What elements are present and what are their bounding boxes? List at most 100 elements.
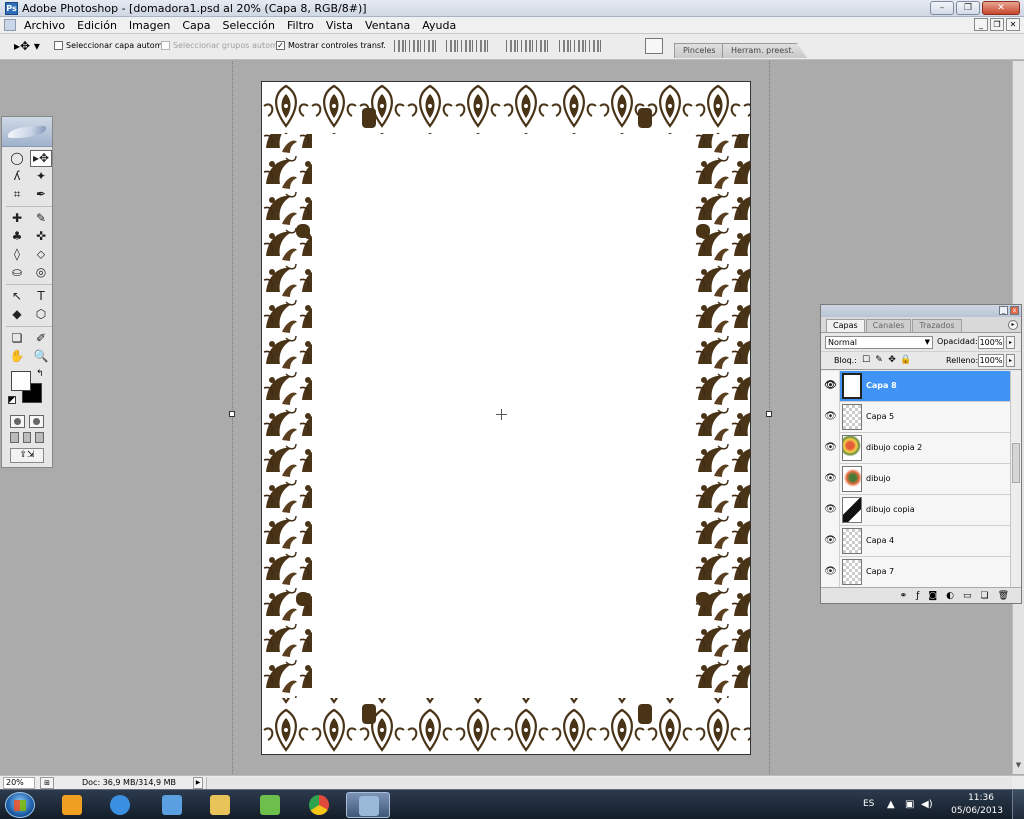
pen-tool-icon[interactable]: ◆ [6, 306, 28, 323]
palette-minimize-icon[interactable]: _ [999, 306, 1008, 315]
taskbar-photoshop[interactable] [346, 792, 390, 818]
crop-tool-icon[interactable]: ⌗ [6, 186, 28, 203]
volume-icon[interactable]: ◀) [921, 799, 933, 810]
menu-ayuda[interactable]: Ayuda [422, 19, 456, 32]
type-tool-icon[interactable]: T [30, 288, 52, 305]
layers-palette-titlebar[interactable]: _ x [821, 305, 1021, 317]
layer-list-scroll-thumb[interactable] [1012, 443, 1020, 483]
new-layer-icon[interactable]: ❏ [980, 591, 988, 601]
visibility-toggle[interactable]: 👁 [821, 464, 840, 495]
layer-row-dibujo[interactable]: 👁 dibujo [821, 464, 1010, 495]
healing-brush-tool-icon[interactable]: ✚ [6, 210, 28, 227]
tab-canales[interactable]: Canales [865, 319, 912, 332]
doc-close-button[interactable]: ✕ [1006, 18, 1020, 31]
palette-menu-icon[interactable]: ▸ [1008, 320, 1018, 330]
notes-tool-icon[interactable]: ❏ [6, 330, 28, 347]
eyedropper-tool-icon[interactable]: ✐ [30, 330, 52, 347]
align-vcenter-icon[interactable] [409, 40, 421, 52]
jump-to-imageready-button[interactable]: ⇪⇲ [10, 448, 44, 463]
start-button[interactable] [5, 792, 35, 818]
visibility-toggle[interactable]: 👁 [821, 495, 840, 526]
visibility-toggle[interactable]: 👁 [821, 371, 840, 402]
clock-date[interactable]: 05/06/2013 [951, 806, 1003, 816]
distribute-top-icon[interactable] [506, 40, 518, 52]
shape-tool-icon[interactable]: ⬡ [30, 306, 52, 323]
layer-row-dibujo-copia-2[interactable]: 👁 dibujo copia 2 [821, 433, 1010, 464]
move-tool-icon[interactable]: ▸✥ [30, 150, 52, 167]
menu-vista[interactable]: Vista [326, 19, 353, 32]
dodge-tool-icon[interactable]: ◎ [30, 264, 52, 281]
visibility-toggle[interactable]: 👁 [821, 433, 840, 464]
align-bottom-icon[interactable] [424, 40, 436, 52]
adjustment-layer-icon[interactable]: ◐ [946, 591, 954, 601]
hand-tool-icon[interactable]: ✋ [6, 348, 28, 365]
slice-tool-icon[interactable]: ✒ [30, 186, 52, 203]
doc-restore-button[interactable]: ❐ [990, 18, 1004, 31]
show-hidden-icons-icon[interactable]: ▲ [887, 799, 895, 810]
brush-tool-icon[interactable]: ✎ [30, 210, 52, 227]
menu-ventana[interactable]: Ventana [365, 19, 410, 32]
lock-transparent-pixels-icon[interactable]: ☐ [861, 356, 871, 366]
distribute-hcenter-icon[interactable] [574, 40, 586, 52]
palette-close-icon[interactable]: x [1010, 306, 1019, 315]
transform-handle-right[interactable] [766, 411, 772, 417]
menu-filtro[interactable]: Filtro [287, 19, 314, 32]
blur-tool-icon[interactable]: ⛀ [6, 264, 28, 281]
tab-capas[interactable]: Capas [826, 319, 865, 332]
doc-minimize-button[interactable]: _ [974, 18, 988, 31]
clock-time[interactable]: 11:36 [968, 793, 994, 803]
close-button[interactable]: ✕ [982, 1, 1020, 15]
full-screen-mode-button[interactable] [35, 432, 45, 443]
opacity-input[interactable]: 100% [978, 336, 1004, 349]
transform-center-crosshair[interactable] [496, 409, 507, 420]
taskbar-file-explorer[interactable] [198, 792, 242, 818]
distribute-left-icon[interactable] [559, 40, 571, 52]
menu-imagen[interactable]: Imagen [129, 19, 170, 32]
lock-position-icon[interactable]: ✥ [887, 356, 897, 366]
default-colors-icon[interactable] [8, 396, 16, 404]
distribute-bottom-icon[interactable] [536, 40, 548, 52]
layer-row-capa-5[interactable]: 👁 Capa 5 [821, 402, 1010, 433]
show-desktop-button[interactable] [1012, 790, 1024, 819]
zoom-preview-icon[interactable]: ⊞ [40, 777, 54, 789]
document-icon[interactable] [4, 19, 16, 31]
tab-pinceles[interactable]: Pinceles [674, 43, 729, 58]
trash-icon[interactable]: 🗑 [998, 591, 1009, 601]
opacity-slider-arrow-icon[interactable]: ▸ [1006, 336, 1015, 349]
align-top-icon[interactable] [394, 40, 406, 52]
blend-mode-select[interactable]: Normal ▼ [825, 336, 933, 349]
status-menu-arrow-icon[interactable]: ▶ [193, 777, 203, 789]
scroll-down-arrow-icon[interactable]: ▼ [1014, 761, 1023, 770]
history-brush-tool-icon[interactable]: ✜ [30, 228, 52, 245]
eraser-tool-icon[interactable]: ◊ [6, 246, 28, 263]
show-transform-controls-box[interactable]: ✓ [276, 41, 285, 50]
add-mask-icon[interactable]: ◙ [928, 591, 937, 601]
clone-stamp-tool-icon[interactable]: ♣ [6, 228, 28, 245]
standard-screen-mode-button[interactable] [10, 432, 19, 443]
foreground-color-swatch[interactable] [11, 371, 31, 391]
palette-well-icon[interactable] [645, 38, 663, 54]
visibility-toggle[interactable]: 👁 [821, 557, 840, 588]
transform-handle-left[interactable] [229, 411, 235, 417]
magic-wand-tool-icon[interactable]: ✦ [30, 168, 52, 185]
auto-select-layer-box[interactable] [54, 41, 63, 50]
menu-edicion[interactable]: Edición [77, 19, 117, 32]
network-icon[interactable]: ▣ [905, 799, 914, 810]
layer-row-capa-8[interactable]: 👁 Capa 8 [821, 371, 1010, 402]
lock-image-pixels-icon[interactable]: ✎ [874, 356, 884, 366]
lock-all-icon[interactable]: 🔒 [900, 356, 911, 366]
visibility-toggle[interactable]: 👁 [821, 402, 840, 433]
elliptical-marquee-tool-icon[interactable]: ◯ [6, 150, 28, 167]
taskbar-network-app[interactable] [248, 792, 292, 818]
full-screen-menu-mode-button[interactable] [22, 432, 32, 443]
link-layers-icon[interactable]: ⚭ [900, 591, 908, 601]
new-group-icon[interactable]: ▭ [963, 591, 972, 601]
workspace-horizontal-scrollbar[interactable] [206, 777, 1012, 789]
taskbar-media-player[interactable] [50, 792, 94, 818]
minimize-button[interactable]: – [930, 1, 954, 15]
align-left-icon[interactable] [446, 40, 458, 52]
layer-row-capa-7[interactable]: 👁 Capa 7 [821, 557, 1010, 588]
layer-style-icon[interactable]: ƒ [916, 591, 919, 601]
auto-select-groups-box[interactable] [161, 41, 170, 50]
distribute-right-icon[interactable] [589, 40, 601, 52]
